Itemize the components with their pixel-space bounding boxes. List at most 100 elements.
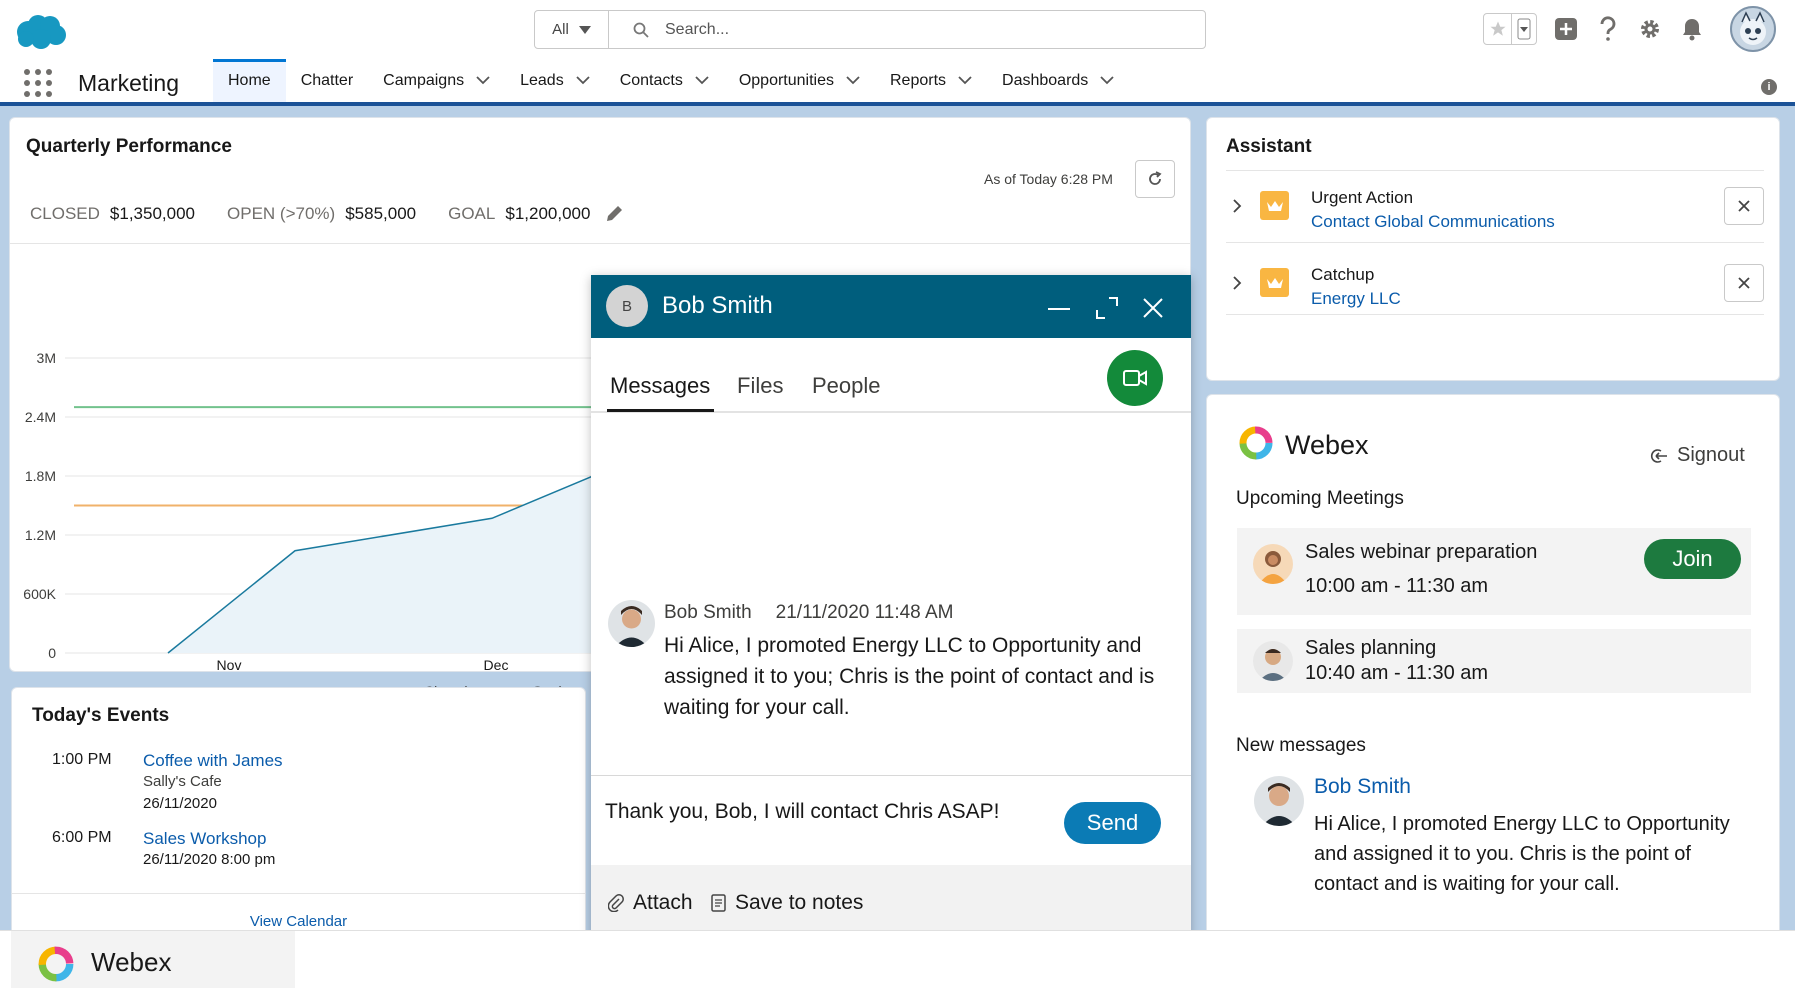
active-tab-indicator bbox=[607, 409, 714, 412]
favorites-dropdown-icon[interactable] bbox=[1512, 14, 1536, 44]
assistant-item-link[interactable]: Energy LLC bbox=[1311, 289, 1401, 309]
save-to-notes-button[interactable]: Save to notes bbox=[711, 891, 863, 915]
nav-tab-home[interactable]: Home bbox=[213, 59, 286, 102]
add-icon[interactable] bbox=[1553, 16, 1579, 42]
assistant-divider bbox=[1226, 170, 1764, 171]
join-button[interactable]: Join bbox=[1644, 539, 1741, 579]
quarterly-chart: 0600K1.2M1.8M2.4M3MNovDecClosedGoal bbox=[23, 350, 600, 699]
signout-icon bbox=[1650, 448, 1667, 463]
new-message-sender[interactable]: Bob Smith bbox=[1314, 775, 1411, 799]
gear-icon[interactable] bbox=[1637, 16, 1663, 42]
assistant-item-heading: Catchup bbox=[1311, 265, 1375, 284]
as-of-timestamp: As of Today 6:28 PM bbox=[984, 171, 1113, 187]
send-button[interactable]: Send bbox=[1064, 802, 1161, 844]
app-launcher-icon[interactable] bbox=[24, 69, 52, 97]
nav-tab-campaigns[interactable]: Campaigns bbox=[368, 59, 505, 102]
user-avatar[interactable] bbox=[1730, 6, 1776, 52]
upcoming-meetings-label: Upcoming Meetings bbox=[1236, 488, 1404, 509]
attach-label: Attach bbox=[633, 891, 693, 914]
signout-button[interactable]: Signout bbox=[1650, 444, 1745, 467]
video-call-button[interactable] bbox=[1107, 350, 1163, 406]
close-icon bbox=[1738, 277, 1750, 289]
avatar bbox=[1253, 544, 1293, 584]
tab-files[interactable]: Files bbox=[737, 373, 783, 399]
nav-tab-chatter[interactable]: Chatter bbox=[286, 59, 368, 102]
caret-down-icon bbox=[578, 25, 591, 34]
header-actions bbox=[1483, 13, 1705, 45]
chevron-right-icon[interactable] bbox=[1232, 275, 1242, 291]
event-date: 26/11/2020 bbox=[143, 795, 217, 812]
chevron-down-icon[interactable] bbox=[476, 76, 490, 85]
todays-events-title: Today's Events bbox=[32, 705, 170, 726]
nav-tab-label: Contacts bbox=[619, 71, 683, 89]
chevron-down-icon[interactable] bbox=[695, 76, 709, 85]
event-title-link[interactable]: Sales Workshop bbox=[143, 829, 266, 849]
info-icon[interactable]: i bbox=[1761, 79, 1777, 95]
close-icon bbox=[1738, 200, 1750, 212]
bell-icon[interactable] bbox=[1679, 16, 1705, 42]
assistant-divider bbox=[1226, 242, 1764, 243]
webex-logo-icon bbox=[1239, 426, 1273, 460]
new-message-text: Hi Alice, I promoted Energy LLC to Oppor… bbox=[1314, 813, 1730, 895]
help-icon[interactable] bbox=[1595, 16, 1621, 42]
closed-value: $1,350,000 bbox=[109, 204, 196, 223]
event-time: 1:00 PM bbox=[52, 751, 112, 768]
message-timestamp: 21/11/2020 11:48 AM bbox=[775, 602, 954, 623]
assistant-item-link[interactable]: Contact Global Communications bbox=[1311, 212, 1555, 232]
compose-input[interactable]: Thank you, Bob, I will contact Chris ASA… bbox=[605, 800, 1000, 824]
minimize-icon[interactable] bbox=[1046, 295, 1072, 321]
meeting-item[interactable]: Sales webinar preparation 10:00 am - 11:… bbox=[1237, 528, 1751, 615]
chevron-down-icon[interactable] bbox=[958, 76, 972, 85]
chat-window: B Bob Smith Messages Files People Bob Sm… bbox=[591, 275, 1191, 988]
search-input[interactable] bbox=[665, 20, 1185, 39]
dismiss-button[interactable] bbox=[1724, 264, 1764, 302]
compose-divider bbox=[591, 775, 1191, 776]
tab-messages[interactable]: Messages bbox=[610, 373, 710, 399]
refresh-icon bbox=[1149, 171, 1162, 185]
pencil-icon[interactable] bbox=[604, 204, 624, 224]
nav-tab-contacts[interactable]: Contacts bbox=[605, 59, 724, 102]
meeting-title: Sales planning bbox=[1305, 637, 1437, 659]
avatar bbox=[1253, 641, 1293, 681]
signout-label: Signout bbox=[1677, 444, 1745, 466]
nav-tab-dashboards[interactable]: Dashboards bbox=[987, 59, 1129, 102]
quarterly-performance-title: Quarterly Performance bbox=[26, 136, 232, 157]
crown-icon bbox=[1260, 191, 1289, 220]
chevron-down-icon[interactable] bbox=[1100, 76, 1114, 85]
chevron-down-icon[interactable] bbox=[846, 76, 860, 85]
events-divider bbox=[12, 893, 585, 894]
attach-button[interactable]: Attach bbox=[608, 891, 693, 915]
meeting-item[interactable]: Sales planning 10:40 am - 11:30 am bbox=[1237, 629, 1751, 693]
webex-utility-title: Webex bbox=[91, 947, 172, 977]
chevron-down-icon[interactable] bbox=[576, 76, 590, 85]
nav-tab-label: Leads bbox=[520, 71, 564, 89]
event-time: 6:00 PM bbox=[52, 829, 112, 846]
favorites-button[interactable] bbox=[1483, 13, 1537, 45]
chat-header: B Bob Smith bbox=[591, 275, 1191, 338]
close-icon[interactable] bbox=[1140, 295, 1166, 321]
y-tick-label: 1.2M bbox=[25, 527, 56, 543]
webex-utility-tab[interactable]: Webex bbox=[11, 931, 295, 988]
nav-tab-leads[interactable]: Leads bbox=[505, 59, 605, 102]
star-icon[interactable] bbox=[1484, 14, 1512, 44]
chevron-right-icon[interactable] bbox=[1232, 198, 1242, 214]
y-tick-label: 1.8M bbox=[25, 468, 56, 484]
view-calendar-link[interactable]: View Calendar bbox=[12, 913, 585, 930]
salesforce-logo-icon[interactable] bbox=[13, 12, 67, 50]
event-date: 26/11/2020 8:00 pm bbox=[143, 851, 276, 868]
search-scope-dropdown[interactable]: All bbox=[535, 11, 609, 48]
y-tick-label: 0 bbox=[48, 645, 56, 661]
new-messages-label: New messages bbox=[1236, 735, 1366, 756]
tab-people[interactable]: People bbox=[812, 373, 881, 399]
nav-tab-label: Reports bbox=[890, 71, 947, 89]
refresh-button[interactable] bbox=[1135, 160, 1175, 198]
dismiss-button[interactable] bbox=[1724, 187, 1764, 225]
video-camera-icon bbox=[1123, 370, 1147, 386]
webex-logo-icon bbox=[38, 946, 74, 982]
notes-icon bbox=[711, 894, 726, 912]
event-title-link[interactable]: Coffee with James bbox=[143, 751, 283, 771]
nav-tab-reports[interactable]: Reports bbox=[875, 59, 987, 102]
nav-tab-label: Dashboards bbox=[1002, 71, 1089, 89]
expand-icon[interactable] bbox=[1094, 295, 1120, 321]
nav-tab-opportunities[interactable]: Opportunities bbox=[724, 59, 875, 102]
